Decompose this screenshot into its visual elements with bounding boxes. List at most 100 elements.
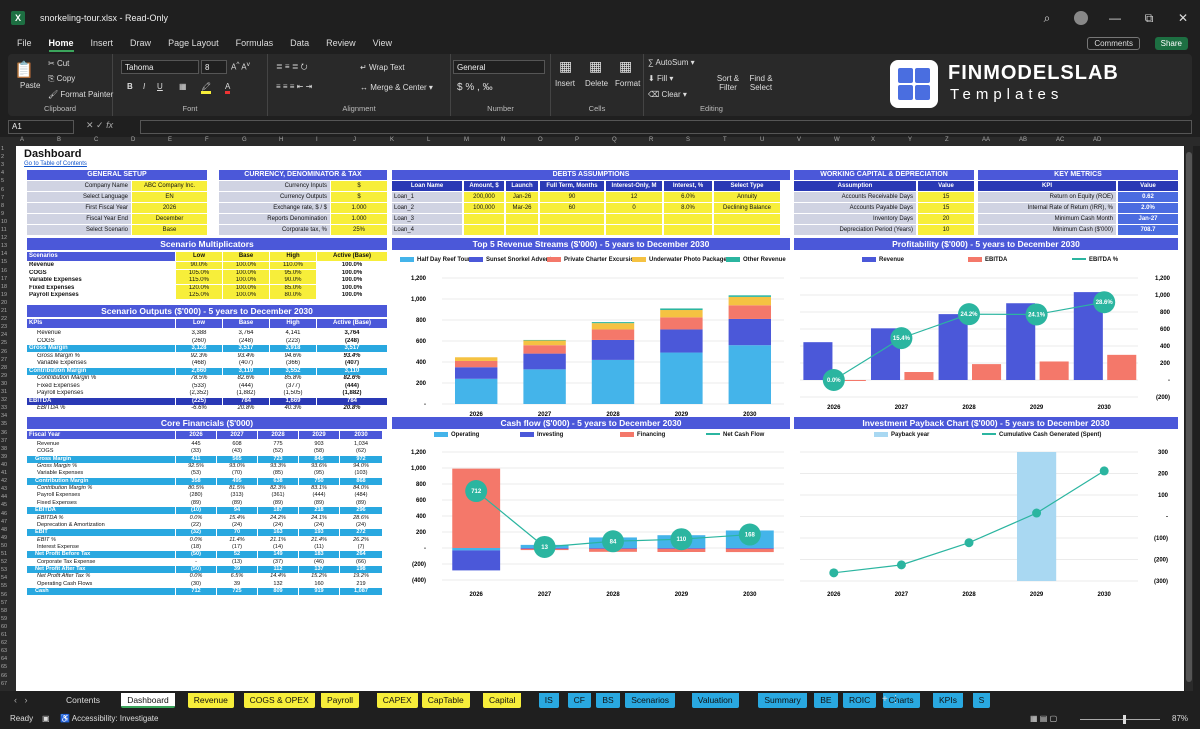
row-header[interactable]: 54: [1, 575, 7, 581]
align-left-icon[interactable]: ≡ ≡ ≡ ⇤ ⇥: [276, 82, 312, 91]
insert-cells-button[interactable]: Insert: [555, 79, 575, 88]
row-header[interactable]: 22: [1, 316, 7, 322]
comments-button[interactable]: Comments: [1087, 37, 1140, 50]
row-header[interactable]: 5: [1, 178, 4, 184]
tab-be[interactable]: BE: [814, 693, 838, 708]
row-header[interactable]: 49: [1, 535, 7, 541]
menu-review[interactable]: Review: [326, 36, 356, 52]
avatar[interactable]: [1074, 11, 1088, 25]
row-header[interactable]: 51: [1, 551, 7, 557]
add-sheet-icon[interactable]: + ⋮: [882, 694, 901, 705]
formula-icons[interactable]: ✕ ✓ fx: [86, 120, 136, 134]
row-header[interactable]: 36: [1, 430, 7, 436]
column-header[interactable]: J: [353, 137, 356, 143]
menu-formulas[interactable]: Formulas: [236, 36, 274, 52]
search-icon[interactable]: ⌕: [1030, 11, 1064, 26]
column-header[interactable]: V: [797, 137, 801, 143]
column-header[interactable]: I: [316, 137, 318, 143]
row-header[interactable]: 46: [1, 511, 7, 517]
row-header[interactable]: 55: [1, 583, 7, 589]
row-header[interactable]: 31: [1, 389, 7, 395]
row-header[interactable]: 66: [1, 673, 7, 679]
sort-filter-button[interactable]: Sort & Filter: [712, 74, 744, 92]
tab-scenarios[interactable]: Scenarios: [625, 693, 675, 708]
column-header[interactable]: A: [20, 137, 24, 143]
underline-button[interactable]: U: [157, 82, 163, 91]
row-header[interactable]: 30: [1, 381, 7, 387]
row-header[interactable]: 8: [1, 203, 4, 209]
delete-cells-button[interactable]: Delete: [585, 79, 608, 88]
tab-s[interactable]: S: [972, 693, 991, 708]
tab-capex[interactable]: CAPEX: [376, 693, 418, 708]
row-header[interactable]: 64: [1, 656, 7, 662]
insert-cells-icon[interactable]: ▦: [559, 58, 572, 75]
row-header[interactable]: 45: [1, 502, 7, 508]
restore-icon[interactable]: ⧉: [1132, 11, 1166, 26]
column-header[interactable]: H: [279, 137, 283, 143]
row-header[interactable]: 19: [1, 292, 7, 298]
borders-icon[interactable]: ▦: [179, 82, 187, 91]
row-header[interactable]: 11: [1, 227, 7, 233]
cut-button[interactable]: ✂ Cut: [48, 59, 69, 68]
row-header[interactable]: 43: [1, 486, 7, 492]
row-header[interactable]: 33: [1, 405, 7, 411]
zoom-slider-thumb[interactable]: [1123, 715, 1126, 724]
row-header[interactable]: 34: [1, 413, 7, 419]
column-header[interactable]: C: [94, 137, 98, 143]
row-header[interactable]: 13: [1, 243, 7, 249]
row-header[interactable]: 24: [1, 332, 7, 338]
italic-button[interactable]: I: [143, 82, 145, 91]
row-header[interactable]: 40: [1, 462, 7, 468]
column-header[interactable]: E: [168, 137, 172, 143]
row-header[interactable]: 62: [1, 640, 7, 646]
fill-color-icon[interactable]: 🖍: [201, 82, 212, 94]
menu-home[interactable]: Home: [48, 36, 74, 52]
column-header[interactable]: S: [686, 137, 690, 143]
row-header[interactable]: 35: [1, 421, 7, 427]
formula-input[interactable]: [140, 120, 1192, 134]
find-select-button[interactable]: Find & Select: [744, 74, 778, 92]
tab-dashboard[interactable]: Dashboard: [121, 693, 175, 708]
column-header[interactable]: T: [723, 137, 727, 143]
row-header[interactable]: 50: [1, 543, 7, 549]
row-header[interactable]: 4: [1, 170, 4, 176]
row-header[interactable]: 44: [1, 494, 7, 500]
column-header[interactable]: L: [427, 137, 430, 143]
column-header[interactable]: M: [464, 137, 469, 143]
close-icon[interactable]: ✕: [1166, 11, 1200, 25]
row-header[interactable]: 52: [1, 559, 7, 565]
column-header[interactable]: Z: [945, 137, 949, 143]
row-header[interactable]: 61: [1, 632, 7, 638]
zoom-level[interactable]: 87%: [1172, 714, 1188, 723]
menu-insert[interactable]: Insert: [91, 36, 114, 52]
row-header[interactable]: 53: [1, 567, 7, 573]
menu-view[interactable]: View: [373, 36, 392, 52]
row-header[interactable]: 25: [1, 340, 7, 346]
wrap-text-button[interactable]: ↵ Wrap Text: [360, 63, 405, 72]
format-cells-icon[interactable]: ▦: [619, 58, 632, 75]
tab-kpis[interactable]: KPIs: [933, 693, 963, 708]
column-header[interactable]: G: [242, 137, 247, 143]
tab-captable[interactable]: CapTable: [421, 693, 470, 708]
tab-contents[interactable]: Contents: [60, 693, 106, 708]
menu-file[interactable]: File: [17, 36, 32, 52]
column-header[interactable]: U: [760, 137, 764, 143]
row-header[interactable]: 14: [1, 251, 7, 257]
dashboard-sheet[interactable]: Dashboard Go to Table of Contents GENERA…: [16, 146, 1184, 691]
row-header[interactable]: 65: [1, 664, 7, 670]
row-header[interactable]: 32: [1, 397, 7, 403]
row-header[interactable]: 37: [1, 438, 7, 444]
row-header[interactable]: 15: [1, 259, 7, 265]
tab-cf[interactable]: CF: [567, 693, 591, 708]
font-size-select[interactable]: 8: [201, 60, 227, 74]
column-header[interactable]: Y: [908, 137, 912, 143]
column-header[interactable]: AD: [1093, 137, 1101, 143]
paste-button[interactable]: Paste: [20, 81, 40, 90]
row-header[interactable]: 56: [1, 592, 7, 598]
column-header[interactable]: W: [834, 137, 840, 143]
tab-payroll[interactable]: Payroll: [321, 693, 359, 708]
column-header[interactable]: Q: [612, 137, 617, 143]
bold-button[interactable]: B: [127, 82, 133, 91]
name-box[interactable]: A1: [8, 120, 74, 134]
column-header[interactable]: O: [538, 137, 543, 143]
